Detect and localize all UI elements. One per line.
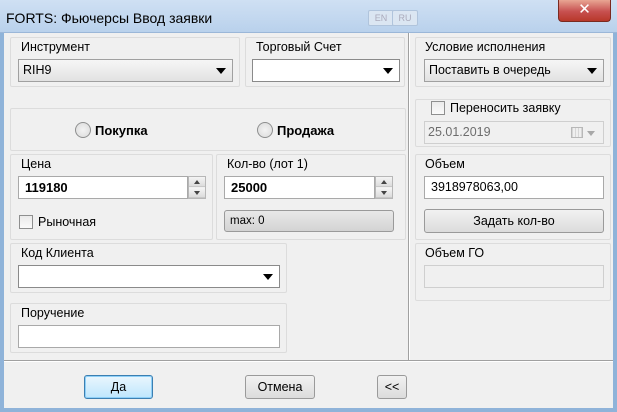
market-checkbox[interactable] [19,215,33,229]
language-indicator-en: EN [368,10,394,26]
quantity-input[interactable]: 25000 [224,176,375,199]
price-group: Цена 119180 Рыночная [10,154,213,240]
chevron-down-icon [587,68,597,74]
instrument-group: Инструмент RIH9 [10,37,240,87]
instruction-label: Поручение [21,306,85,320]
condition-label: Условие исполнения [425,40,546,54]
instrument-select[interactable]: RIH9 [18,59,233,82]
max-quantity-button[interactable]: max: 0 [224,210,394,232]
instrument-label: Инструмент [21,40,90,54]
condition-value: Поставить в очередь [429,63,551,77]
transfer-date-input: 25.01.2019 [424,121,604,144]
arrow-up-icon[interactable] [376,177,392,187]
instruction-group: Поручение [10,303,287,353]
transfer-group: Переносить заявку 25.01.2019 [415,99,611,147]
arrow-down-icon[interactable] [376,188,392,198]
volume-group: Объем 3918978063,00 Задать кол-во [415,154,611,240]
language-indicator-ru: RU [392,10,418,26]
transfer-label[interactable]: Переносить заявку [450,101,561,115]
margin-group: Объем ГО [415,243,611,301]
quantity-label: Кол-во (лот 1) [227,157,308,171]
sell-radio[interactable] [257,122,273,138]
condition-group: Условие исполнения Поставить в очередь [415,37,611,87]
bottom-divider [4,360,613,362]
side-group: Покупка Продажа [10,108,406,151]
margin-value-field [424,265,604,288]
calendar-icon [571,127,583,138]
price-input[interactable]: 119180 [18,176,188,199]
ok-button[interactable]: Да [84,375,153,399]
condition-select[interactable]: Поставить в очередь [424,59,604,82]
client-code-select[interactable] [18,265,280,288]
account-group: Торговый Счет [245,37,405,87]
chevron-down-icon [263,274,273,280]
volume-label: Объем [425,157,465,171]
instruction-input[interactable] [18,325,280,348]
buy-label[interactable]: Покупка [95,123,148,138]
account-select[interactable] [252,59,400,82]
window-title: FORTS: Фьючерсы Ввод заявки [6,10,213,26]
price-label: Цена [21,157,52,171]
arrow-up-icon[interactable] [189,177,205,187]
chevron-down-icon [383,68,393,74]
arrow-down-icon[interactable] [189,188,205,198]
column-divider [408,33,410,360]
buy-radio[interactable] [75,122,91,138]
chevron-down-icon [216,68,226,74]
close-button[interactable]: ✕ [558,0,611,22]
client-code-group: Код Клиента [10,243,287,293]
volume-input[interactable]: 3918978063,00 [424,176,604,199]
sell-label[interactable]: Продажа [277,123,334,138]
quantity-stepper[interactable] [375,176,393,199]
chevron-down-icon [587,131,595,136]
instrument-value: RIH9 [23,63,52,77]
price-stepper[interactable] [188,176,206,199]
client-code-label: Код Клиента [21,246,94,260]
transfer-date-value: 25.01.2019 [428,125,491,139]
quantity-group: Кол-во (лот 1) 25000 max: 0 [216,154,406,240]
transfer-checkbox[interactable] [431,101,445,115]
account-label: Торговый Счет [256,40,342,54]
order-entry-form: Инструмент RIH9 Торговый Счет Покупка Пр… [4,33,613,408]
cancel-button[interactable]: Отмена [245,375,315,399]
title-bar: FORTS: Фьючерсы Ввод заявки EN RU ✕ [0,0,617,33]
collapse-button[interactable]: << [377,375,407,399]
margin-label: Объем ГО [425,246,485,260]
set-quantity-button[interactable]: Задать кол-во [424,209,604,233]
market-label[interactable]: Рыночная [38,215,96,229]
